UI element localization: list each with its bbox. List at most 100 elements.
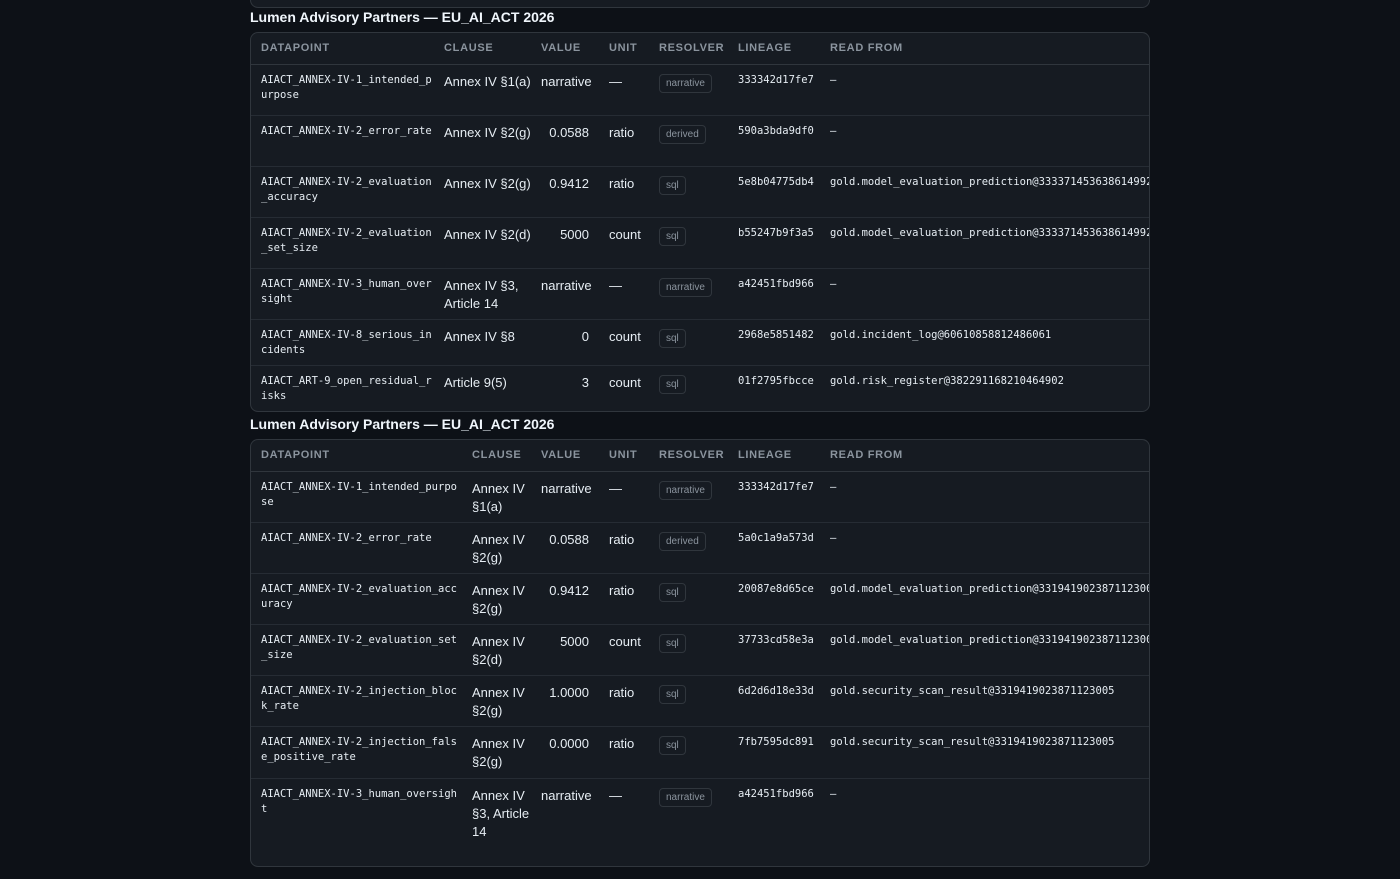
lineage-hash: a42451fbd966 bbox=[738, 787, 814, 800]
unit-cell: — bbox=[599, 268, 649, 320]
table-header-row: DATAPOINT CLAUSE VALUE UNIT RESOLVER LIN… bbox=[251, 33, 1149, 65]
table-header-row: DATAPOINT CLAUSE VALUE UNIT RESOLVER LIN… bbox=[251, 440, 1149, 472]
table-row[interactable]: AIACT_ANNEX-IV-2_evaluation_set_size Ann… bbox=[251, 217, 1149, 269]
unit-cell: — bbox=[609, 787, 622, 803]
datapoint-id: AIACT_ANNEX-IV-1_intended_purpose bbox=[251, 471, 462, 523]
table-row[interactable]: AIACT_ANNEX-IV-2_injection_block_rate An… bbox=[251, 675, 1149, 727]
resolver-badge: sql bbox=[659, 684, 686, 704]
resolver-badge: sql bbox=[659, 582, 686, 602]
value-cell: 5000 bbox=[531, 624, 599, 676]
clause-cell: Annex IV §3, Article 14 bbox=[472, 787, 530, 839]
table-row[interactable]: AIACT_ANNEX-IV-2_injection_false_positiv… bbox=[251, 726, 1149, 779]
read-from-source: gold.incident_log@60610858812486061 bbox=[820, 319, 1149, 366]
table-row[interactable]: AIACT_ANNEX-IV-8_serious_incidents Annex… bbox=[251, 319, 1149, 366]
clause-cell: Annex IV §8 bbox=[434, 319, 531, 366]
unit-cell: ratio bbox=[599, 166, 649, 218]
value-cell: narrative bbox=[531, 64, 599, 116]
table-row[interactable]: AIACT_ART-9_open_residual_risks Article … bbox=[251, 365, 1149, 411]
column-header-read-from[interactable]: READ FROM bbox=[820, 33, 1149, 65]
previous-panel-edge bbox=[250, 0, 1150, 8]
value-cell: narrative bbox=[541, 787, 592, 803]
datapoint-id: AIACT_ANNEX-IV-2_injection_block_rate bbox=[251, 675, 462, 727]
resolver-badge: sql bbox=[659, 633, 686, 653]
lineage-hash: 01f2795fbcce bbox=[738, 374, 814, 387]
clause-cell: Annex IV §2(g) bbox=[462, 573, 531, 625]
datapoint-id: AIACT_ANNEX-IV-2_evaluation_accuracy bbox=[251, 166, 434, 218]
read-from-source: gold.security_scan_result@33194190238711… bbox=[820, 675, 1149, 727]
column-header-read-from[interactable]: READ FROM bbox=[820, 440, 1149, 472]
column-header-value[interactable]: VALUE bbox=[531, 440, 599, 472]
unit-cell: — bbox=[599, 64, 649, 116]
resolver-cell: sql bbox=[649, 573, 728, 625]
resolver-badge: derived bbox=[659, 124, 706, 144]
table-row[interactable]: AIACT_ANNEX-IV-2_error_rate Annex IV §2(… bbox=[251, 522, 1149, 574]
column-header-resolver[interactable]: RESOLVER bbox=[649, 440, 728, 472]
table-row[interactable]: AIACT_ANNEX-IV-1_intended_purpose Annex … bbox=[251, 64, 1149, 116]
resolver-cell: derived bbox=[649, 522, 728, 574]
column-header-value[interactable]: VALUE bbox=[531, 33, 599, 65]
resolver-badge: narrative bbox=[659, 480, 712, 500]
column-header-lineage[interactable]: LINEAGE bbox=[728, 440, 820, 472]
value-cell: 0.0588 bbox=[531, 522, 599, 574]
value-cell: 0.9412 bbox=[531, 166, 599, 218]
table-row[interactable]: AIACT_ANNEX-IV-1_intended_purpose Annex … bbox=[251, 471, 1149, 523]
column-header-clause[interactable]: CLAUSE bbox=[434, 33, 531, 65]
resolver-badge: sql bbox=[659, 226, 686, 246]
resolver-badge: narrative bbox=[659, 277, 712, 297]
value-cell: narrative bbox=[531, 268, 599, 320]
value-cell: 0.0588 bbox=[531, 115, 599, 167]
lineage-hash: 7fb7595dc891 bbox=[728, 726, 820, 779]
read-from-source: — bbox=[820, 471, 1149, 523]
column-header-datapoint[interactable]: DATAPOINT bbox=[251, 440, 462, 472]
table-row[interactable]: AIACT_ANNEX-IV-2_error_rate Annex IV §2(… bbox=[251, 115, 1149, 167]
table-row[interactable]: AIACT_ANNEX-IV-2_evaluation_set_size Ann… bbox=[251, 624, 1149, 676]
lineage-hash: a42451fbd966 bbox=[728, 268, 820, 320]
unit-cell: count bbox=[599, 624, 649, 676]
datapoint-table-panel: DATAPOINT CLAUSE VALUE UNIT RESOLVER LIN… bbox=[250, 32, 1150, 412]
clause-cell: Annex IV §2(g) bbox=[462, 726, 531, 779]
datapoint-table: DATAPOINT CLAUSE VALUE UNIT RESOLVER LIN… bbox=[251, 440, 1149, 866]
read-from-source: gold.security_scan_result@33194190238711… bbox=[820, 726, 1149, 779]
section-title: Lumen Advisory Partners — EU_AI_ACT 2026 bbox=[250, 9, 555, 25]
clause-cell: Annex IV §2(g) bbox=[434, 166, 531, 218]
table-row[interactable]: AIACT_ANNEX-IV-3_human_oversight Annex I… bbox=[251, 268, 1149, 320]
datapoint-id: AIACT_ANNEX-IV-3_human_oversight bbox=[261, 787, 457, 816]
read-from-source: — bbox=[820, 268, 1149, 320]
lineage-hash: b55247b9f3a5 bbox=[728, 217, 820, 269]
value-cell: 0.9412 bbox=[531, 573, 599, 625]
datapoint-id: AIACT_ANNEX-IV-2_evaluation_set_size bbox=[251, 624, 462, 676]
unit-cell: count bbox=[599, 319, 649, 366]
table-row[interactable]: AIACT_ANNEX-IV-2_evaluation_accuracy Ann… bbox=[251, 573, 1149, 625]
column-header-clause[interactable]: CLAUSE bbox=[462, 440, 531, 472]
table-row[interactable]: AIACT_ANNEX-IV-2_evaluation_accuracy Ann… bbox=[251, 166, 1149, 218]
read-from-source: — bbox=[830, 787, 837, 800]
value-cell: 5000 bbox=[531, 217, 599, 269]
column-header-unit[interactable]: UNIT bbox=[599, 33, 649, 65]
unit-cell: count bbox=[609, 374, 641, 390]
clause-cell: Annex IV §2(g) bbox=[462, 675, 531, 727]
column-header-resolver[interactable]: RESOLVER bbox=[649, 33, 728, 65]
lineage-hash: 5e8b04775db4 bbox=[728, 166, 820, 218]
clause-cell: Annex IV §2(d) bbox=[434, 217, 531, 269]
resolver-cell: narrative bbox=[649, 778, 728, 866]
datapoint-id: AIACT_ANNEX-IV-2_evaluation_set_size bbox=[251, 217, 434, 269]
lineage-hash: 5a0c1a9a573d bbox=[728, 522, 820, 574]
table-row[interactable]: AIACT_ANNEX-IV-3_human_oversight Annex I… bbox=[251, 778, 1149, 866]
read-from-source: — bbox=[820, 64, 1149, 116]
resolver-badge: sql bbox=[659, 374, 686, 394]
column-header-datapoint[interactable]: DATAPOINT bbox=[251, 33, 434, 65]
report-section-1: Lumen Advisory Partners — EU_AI_ACT 2026… bbox=[250, 8, 1150, 412]
clause-cell: Annex IV §2(d) bbox=[462, 624, 531, 676]
unit-cell: ratio bbox=[599, 573, 649, 625]
resolver-badge: sql bbox=[659, 328, 686, 348]
datapoint-id: AIACT_ANNEX-IV-8_serious_incidents bbox=[251, 319, 434, 366]
lineage-hash: 333342d17fe7 bbox=[728, 64, 820, 116]
datapoint-id: AIACT_ANNEX-IV-2_evaluation_accuracy bbox=[251, 573, 462, 625]
resolver-cell: narrative bbox=[649, 471, 728, 523]
column-header-lineage[interactable]: LINEAGE bbox=[728, 33, 820, 65]
section-title: Lumen Advisory Partners — EU_AI_ACT 2026 bbox=[250, 416, 555, 432]
unit-cell: — bbox=[599, 471, 649, 523]
lineage-hash: 6d2d6d18e33d bbox=[728, 675, 820, 727]
lineage-hash: 590a3bda9df0 bbox=[728, 115, 820, 167]
column-header-unit[interactable]: UNIT bbox=[599, 440, 649, 472]
